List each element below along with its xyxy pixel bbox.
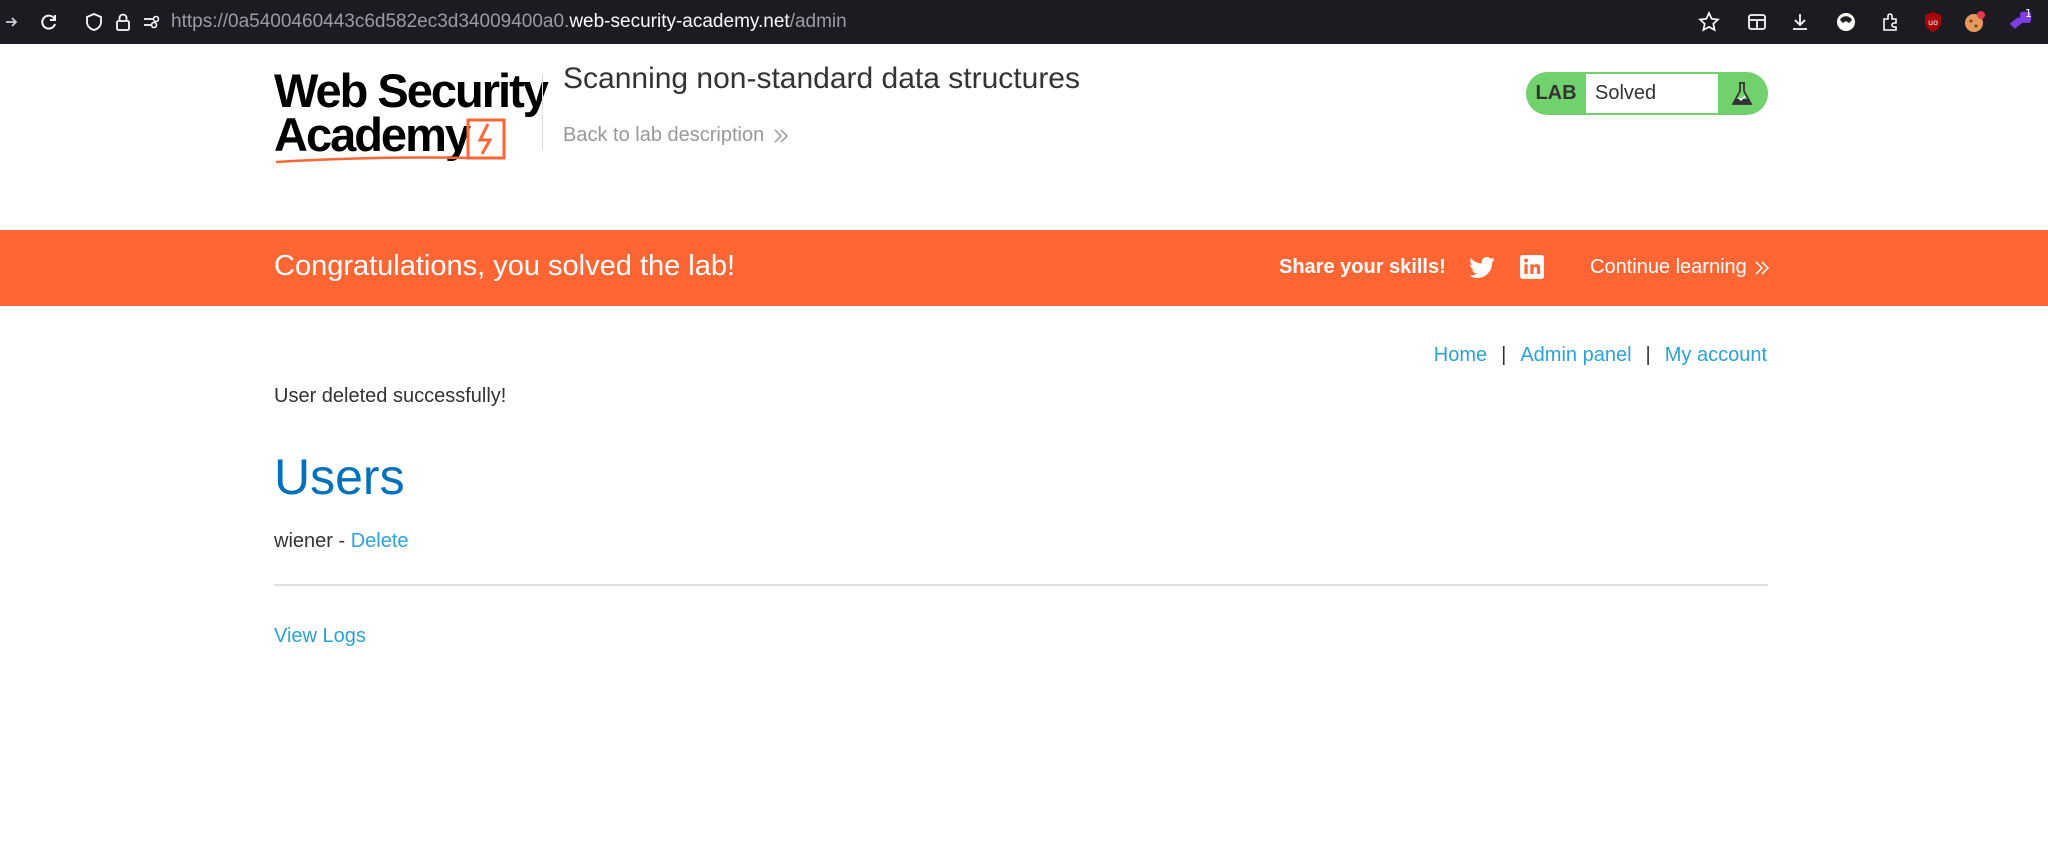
user-name: wiener	[274, 530, 333, 552]
header-divider	[542, 74, 543, 150]
extensions-puzzle-icon[interactable]	[1878, 10, 1902, 34]
nav-admin-panel-link[interactable]: Admin panel	[1520, 344, 1631, 367]
forward-icon[interactable]	[0, 10, 24, 34]
url-prefix: https://0a5400460443c6d582ec3d34009400a0…	[171, 11, 570, 32]
twitter-icon[interactable]	[1468, 254, 1496, 282]
url-path: /admin	[789, 11, 847, 32]
continue-learning-label: Continue learning	[1590, 256, 1747, 278]
user-separator: -	[332, 530, 351, 552]
double-chevron-right-icon	[774, 128, 789, 143]
nav-my-account-link[interactable]: My account	[1665, 344, 1767, 367]
reader-view-icon[interactable]	[1745, 10, 1769, 34]
ublock-icon[interactable]: uo	[1921, 10, 1945, 34]
back-to-lab-description-link[interactable]: Back to lab description	[563, 124, 790, 147]
users-heading: Users	[274, 449, 405, 505]
svg-text:uo: uo	[1928, 18, 1938, 27]
lab-status-text: Solved	[1586, 74, 1718, 113]
congratulations-text: Congratulations, you solved the lab!	[274, 250, 736, 282]
permissions-icon[interactable]	[140, 10, 164, 34]
share-skills-label: Share your skills!	[1279, 256, 1446, 278]
reload-icon[interactable]	[37, 10, 61, 34]
double-chevron-right-icon	[1755, 260, 1769, 275]
solved-banner: Congratulations, you solved the lab! Sha…	[0, 230, 2048, 306]
shield-icon[interactable]	[82, 10, 106, 34]
bookmark-star-icon[interactable]	[1697, 10, 1721, 34]
extension-badge: 1	[2025, 7, 2032, 20]
nav-separator: |	[1645, 344, 1651, 366]
notification-extension-icon[interactable]: 1	[2008, 7, 2032, 34]
lab-status-widget: LAB Solved	[1526, 72, 1768, 115]
nav-home-link[interactable]: Home	[1434, 344, 1487, 367]
content-divider	[274, 584, 1768, 586]
status-message: User deleted successfully!	[274, 385, 507, 407]
back-link-label: Back to lab description	[563, 124, 765, 146]
download-icon[interactable]	[1788, 10, 1812, 34]
linkedin-icon[interactable]	[1519, 254, 1545, 280]
extension-avatar-icon[interactable]	[1834, 10, 1858, 34]
delete-user-link[interactable]: Delete	[351, 530, 409, 552]
lab-status-label: LAB	[1535, 82, 1577, 104]
cookie-extension-icon[interactable]	[1963, 10, 1987, 34]
continue-learning-link[interactable]: Continue learning	[1590, 256, 1771, 279]
view-logs-link[interactable]: View Logs	[274, 625, 366, 648]
url-host: web-security-academy.net	[569, 11, 790, 32]
flask-icon	[1718, 74, 1766, 113]
logo-lightning-icon	[275, 118, 506, 164]
lock-icon[interactable]	[111, 10, 135, 34]
nav-separator: |	[1501, 344, 1507, 366]
lab-title: Scanning non-standard data structures	[563, 62, 1080, 95]
browser-toolbar: https://0a5400460443c6d582ec3d34009400a0…	[0, 0, 2048, 44]
user-list-item: wiener - Delete	[274, 530, 409, 553]
top-navigation: Home | Admin panel | My account	[1434, 344, 1767, 367]
web-security-academy-logo[interactable]: Web Security Academy	[274, 66, 549, 166]
url-bar[interactable]: https://0a5400460443c6d582ec3d34009400a0…	[171, 10, 847, 34]
